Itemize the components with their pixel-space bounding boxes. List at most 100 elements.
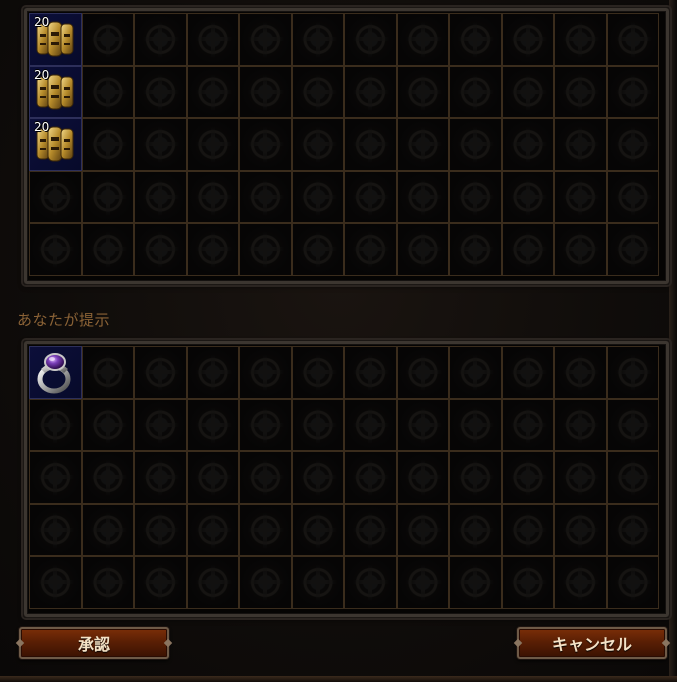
their-offer-slot[interactable] bbox=[396, 118, 449, 171]
your-offer-slot[interactable] bbox=[239, 398, 292, 451]
your-offer-slot[interactable] bbox=[501, 451, 554, 504]
their-offer-slot[interactable] bbox=[396, 170, 449, 223]
their-offer-slot[interactable] bbox=[291, 223, 344, 276]
their-offer-slot[interactable] bbox=[29, 223, 82, 276]
their-offer-slot[interactable] bbox=[239, 170, 292, 223]
their-offer-slot[interactable] bbox=[554, 13, 607, 66]
their-offer-slot[interactable] bbox=[134, 13, 187, 66]
their-offer-slot[interactable] bbox=[606, 13, 659, 66]
your-offer-slot[interactable] bbox=[606, 398, 659, 451]
their-offer-slot[interactable] bbox=[186, 118, 239, 171]
their-offer-slot[interactable] bbox=[606, 65, 659, 118]
their-offer-slot[interactable] bbox=[501, 223, 554, 276]
their-offer-slot[interactable] bbox=[134, 118, 187, 171]
their-offer-slot[interactable] bbox=[606, 223, 659, 276]
your-offer-slot[interactable] bbox=[501, 503, 554, 556]
your-offer-slot[interactable] bbox=[554, 451, 607, 504]
your-offer-slot[interactable] bbox=[554, 556, 607, 609]
their-offer-slot[interactable] bbox=[449, 223, 502, 276]
your-offer-slot[interactable] bbox=[186, 556, 239, 609]
their-offer-slot[interactable] bbox=[606, 170, 659, 223]
their-offer-slot[interactable] bbox=[344, 65, 397, 118]
your-offer-slot[interactable] bbox=[81, 556, 134, 609]
your-offer-slot[interactable] bbox=[134, 451, 187, 504]
your-offer-slot[interactable] bbox=[344, 556, 397, 609]
their-offer-slot[interactable] bbox=[396, 65, 449, 118]
your-offer-slot[interactable] bbox=[186, 451, 239, 504]
your-offer-slot[interactable] bbox=[606, 451, 659, 504]
your-offer-slot[interactable] bbox=[134, 346, 187, 399]
their-offer-slot[interactable] bbox=[291, 118, 344, 171]
your-offer-slot[interactable] bbox=[449, 556, 502, 609]
their-offer-slot[interactable] bbox=[344, 223, 397, 276]
your-offer-slot[interactable] bbox=[606, 503, 659, 556]
their-offer-slot[interactable] bbox=[291, 65, 344, 118]
their-offer-slot[interactable] bbox=[396, 13, 449, 66]
your-offer-slot-amethyst-ring[interactable] bbox=[29, 346, 82, 399]
their-offer-slot[interactable] bbox=[554, 170, 607, 223]
your-offer-slot[interactable] bbox=[396, 556, 449, 609]
your-offer-slot[interactable] bbox=[29, 398, 82, 451]
your-offer-slot[interactable] bbox=[186, 398, 239, 451]
their-offer-slot[interactable] bbox=[239, 223, 292, 276]
your-offer-slot[interactable] bbox=[239, 556, 292, 609]
your-offer-slot[interactable] bbox=[344, 398, 397, 451]
their-offer-slot[interactable] bbox=[239, 13, 292, 66]
their-offer-slot[interactable] bbox=[239, 118, 292, 171]
your-offer-slot[interactable] bbox=[606, 346, 659, 399]
your-offer-slot[interactable] bbox=[291, 556, 344, 609]
their-offer-slot[interactable] bbox=[81, 118, 134, 171]
their-offer-slot[interactable] bbox=[449, 118, 502, 171]
your-offer-slot[interactable] bbox=[344, 503, 397, 556]
their-offer-slot[interactable] bbox=[501, 170, 554, 223]
your-offer-slot[interactable] bbox=[81, 451, 134, 504]
your-offer-slot[interactable] bbox=[81, 346, 134, 399]
your-offer-slot[interactable] bbox=[606, 556, 659, 609]
your-offer-slot[interactable] bbox=[396, 398, 449, 451]
your-offer-slot[interactable] bbox=[134, 398, 187, 451]
their-offer-slot[interactable] bbox=[134, 170, 187, 223]
their-offer-slot-portal-scroll-stack[interactable]: 20 bbox=[29, 118, 82, 171]
their-offer-slot[interactable] bbox=[344, 170, 397, 223]
your-offer-slot[interactable] bbox=[344, 451, 397, 504]
your-offer-slot[interactable] bbox=[554, 398, 607, 451]
your-offer-slot[interactable] bbox=[501, 556, 554, 609]
your-offer-slot[interactable] bbox=[291, 398, 344, 451]
their-offer-slot[interactable] bbox=[239, 65, 292, 118]
your-offer-slot[interactable] bbox=[501, 346, 554, 399]
your-offer-slot[interactable] bbox=[134, 556, 187, 609]
your-offer-slot[interactable] bbox=[239, 451, 292, 504]
their-offer-slot[interactable] bbox=[186, 170, 239, 223]
your-offer-slot[interactable] bbox=[81, 398, 134, 451]
their-offer-slot[interactable] bbox=[81, 170, 134, 223]
accept-button[interactable]: 承認 bbox=[19, 627, 169, 659]
your-offer-slot[interactable] bbox=[291, 451, 344, 504]
their-offer-slot[interactable] bbox=[501, 65, 554, 118]
your-offer-slot[interactable] bbox=[396, 451, 449, 504]
their-offer-slot[interactable] bbox=[554, 118, 607, 171]
your-offer-slot[interactable] bbox=[449, 398, 502, 451]
your-offer-slot[interactable] bbox=[134, 503, 187, 556]
your-offer-slot[interactable] bbox=[291, 346, 344, 399]
your-offer-slot[interactable] bbox=[239, 346, 292, 399]
your-offer-slot[interactable] bbox=[81, 503, 134, 556]
their-offer-slot[interactable] bbox=[186, 65, 239, 118]
their-offer-slot[interactable] bbox=[291, 170, 344, 223]
their-offer-slot[interactable] bbox=[449, 13, 502, 66]
their-offer-slot[interactable] bbox=[449, 170, 502, 223]
their-offer-slot[interactable] bbox=[186, 13, 239, 66]
your-offer-slot[interactable] bbox=[186, 503, 239, 556]
your-offer-slot[interactable] bbox=[29, 451, 82, 504]
your-offer-slot[interactable] bbox=[396, 346, 449, 399]
their-offer-slot[interactable] bbox=[134, 65, 187, 118]
their-offer-slot[interactable] bbox=[81, 223, 134, 276]
their-offer-slot[interactable] bbox=[554, 65, 607, 118]
your-offer-slot[interactable] bbox=[449, 451, 502, 504]
their-offer-slot[interactable] bbox=[29, 170, 82, 223]
their-offer-slot[interactable] bbox=[501, 13, 554, 66]
their-offer-slot-portal-scroll-stack[interactable]: 20 bbox=[29, 13, 82, 66]
your-offer-slot[interactable] bbox=[344, 346, 397, 399]
your-offer-slot[interactable] bbox=[396, 503, 449, 556]
their-offer-slot[interactable] bbox=[344, 13, 397, 66]
their-offer-slot[interactable] bbox=[606, 118, 659, 171]
